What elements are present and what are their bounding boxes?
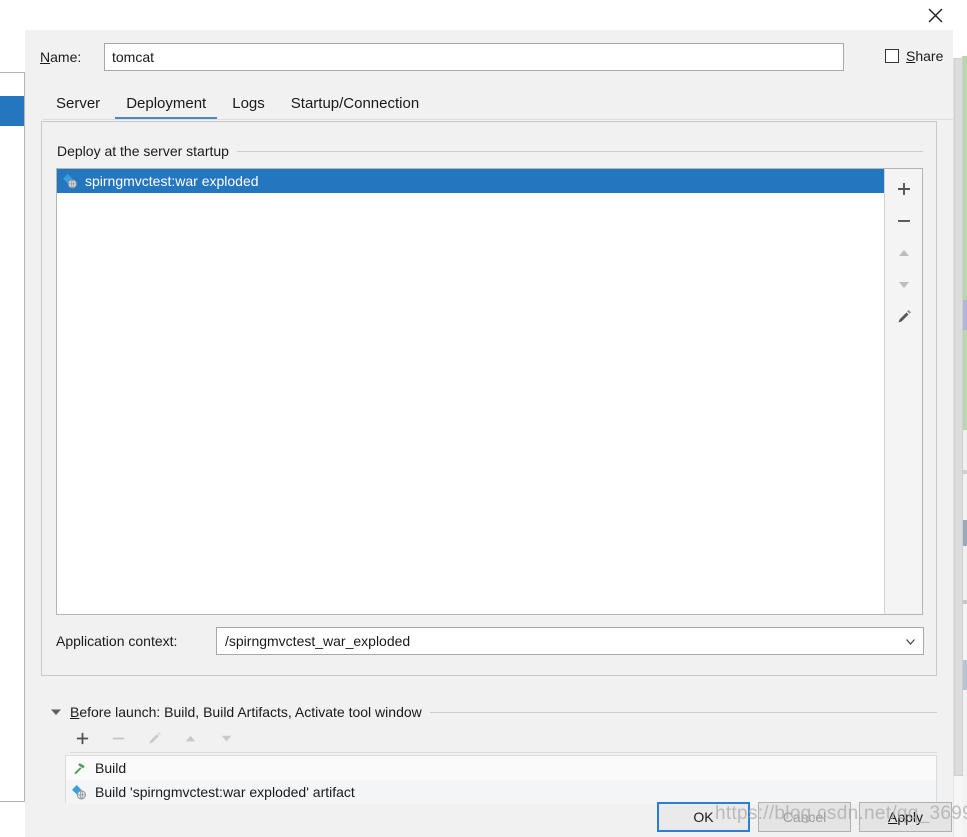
window-scrollbar[interactable] xyxy=(953,58,963,837)
plus-icon[interactable] xyxy=(891,177,917,201)
tab-server[interactable]: Server xyxy=(43,87,113,120)
tab-deployment[interactable]: Deployment xyxy=(113,87,219,120)
share-label-mnemonic: S xyxy=(906,48,916,64)
before-launch-title-mnemonic: B xyxy=(70,704,80,720)
before-launch-task-list[interactable]: Build Build 'spirngmvctest:war exploded'… xyxy=(65,755,937,804)
hammer-icon xyxy=(72,761,87,776)
before-launch-divider xyxy=(429,711,937,713)
chevron-down-icon[interactable] xyxy=(897,635,923,648)
before-launch-header: Before launch: Build, Build Artifacts, A… xyxy=(70,703,937,721)
deployment-list-toolbar xyxy=(884,169,922,614)
deploy-group-divider xyxy=(236,150,923,152)
list-item-label: spirngmvctest:war exploded xyxy=(85,173,259,189)
tab-logs-label: Logs xyxy=(232,95,265,112)
before-launch-section: Before launch: Build, Build Artifacts, A… xyxy=(41,695,937,815)
window-scrollbar-thumb[interactable] xyxy=(954,58,963,776)
tab-server-label: Server xyxy=(56,95,101,112)
list-item[interactable]: Build xyxy=(66,756,936,780)
window-titlebar xyxy=(0,0,967,30)
list-item[interactable]: Build 'spirngmvctest:war exploded' artif… xyxy=(66,780,936,804)
arrow-down-icon[interactable] xyxy=(214,727,238,749)
cancel-button-label: Cancel xyxy=(782,809,827,825)
minus-icon[interactable] xyxy=(106,727,130,749)
tab-startup-connection[interactable]: Startup/Connection xyxy=(278,87,432,120)
tab-startup-connection-label: Startup/Connection xyxy=(290,95,420,112)
deploy-group-title: Deploy at the server startup xyxy=(57,143,229,159)
arrow-up-icon[interactable] xyxy=(178,727,202,749)
dialog-button-bar: OK Cancel Apply xyxy=(657,802,953,832)
list-item-label: Build 'spirngmvctest:war exploded' artif… xyxy=(95,784,355,800)
configurations-tree-selected-item[interactable] xyxy=(0,96,24,126)
name-label: Name: xyxy=(40,49,81,65)
name-input[interactable] xyxy=(104,43,844,71)
deployment-panel: Deploy at the server startup spirngmvcte… xyxy=(41,121,937,676)
artifact-icon xyxy=(63,173,78,189)
tab-logs[interactable]: Logs xyxy=(219,87,278,120)
run-debug-configuration-dialog: Name: Share Server Deployment Logs Start… xyxy=(25,30,953,837)
application-context-label: Application context: xyxy=(56,633,178,649)
cancel-button[interactable]: Cancel xyxy=(758,802,851,832)
minus-icon[interactable] xyxy=(891,209,917,233)
name-row: Name: Share xyxy=(25,41,953,75)
close-icon[interactable] xyxy=(915,0,955,30)
before-launch-title-rest: efore launch: Build, Build Artifacts, Ac… xyxy=(79,704,422,720)
share-checkbox[interactable] xyxy=(885,49,899,63)
apply-button-label: Apply xyxy=(888,809,923,825)
before-launch-title: Before launch: Build, Build Artifacts, A… xyxy=(70,704,422,720)
ok-button[interactable]: OK xyxy=(657,802,750,832)
deploy-group-header: Deploy at the server startup xyxy=(57,142,923,160)
deployment-list-container: spirngmvctest:war exploded xyxy=(56,168,923,615)
plus-icon[interactable] xyxy=(70,727,94,749)
arrow-up-icon[interactable] xyxy=(891,241,917,265)
arrow-down-icon[interactable] xyxy=(891,273,917,297)
application-context-combobox[interactable]: /spirngmvctest_war_exploded xyxy=(216,627,924,655)
apply-button-rest: pply xyxy=(897,809,924,825)
tab-bar-divider xyxy=(43,119,953,120)
apply-button[interactable]: Apply xyxy=(859,802,952,832)
share-label: Share xyxy=(906,48,943,64)
configurations-tree-panel[interactable] xyxy=(0,72,25,802)
list-item[interactable]: spirngmvctest:war exploded xyxy=(57,169,884,193)
ok-button-label: OK xyxy=(693,809,714,825)
application-context-row: Application context: /spirngmvctest_war_… xyxy=(56,627,924,655)
pencil-icon[interactable] xyxy=(142,727,166,749)
name-label-mnemonic: N xyxy=(40,49,51,65)
application-context-value: /spirngmvctest_war_exploded xyxy=(225,633,411,649)
tab-bar: Server Deployment Logs Startup/Connectio… xyxy=(43,87,953,120)
name-label-rest: ame: xyxy=(50,49,82,65)
before-launch-toolbar xyxy=(70,724,937,753)
deployment-list[interactable]: spirngmvctest:war exploded xyxy=(57,169,884,614)
artifact-icon xyxy=(72,784,87,800)
apply-button-mnemonic: A xyxy=(887,809,898,825)
tab-deployment-label: Deployment xyxy=(126,95,207,112)
share-label-rest: hare xyxy=(915,48,944,64)
share-checkbox-row[interactable]: Share xyxy=(885,48,943,64)
pencil-icon[interactable] xyxy=(891,305,917,329)
list-item-label: Build xyxy=(95,760,127,776)
chevron-down-icon[interactable] xyxy=(49,706,63,718)
